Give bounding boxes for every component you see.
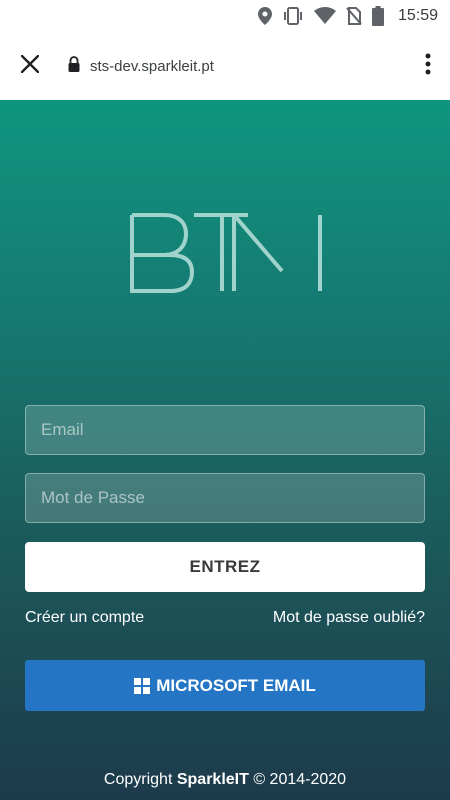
copyright-suffix: © 2014-2020 — [248, 771, 347, 788]
wifi-icon — [313, 6, 336, 26]
microsoft-login-button[interactable]: MICROSOFT EMAIL — [25, 660, 425, 711]
windows-icon — [134, 677, 151, 694]
btm-logo — [130, 209, 322, 293]
copyright-brand: SparkleIT — [176, 771, 249, 788]
battery-icon — [371, 6, 384, 26]
lock-icon — [68, 55, 80, 77]
url-text: sts-dev.sparkleit.pt — [90, 57, 214, 75]
close-button[interactable] — [0, 32, 60, 100]
email-input[interactable] — [25, 405, 425, 455]
location-icon — [257, 6, 272, 26]
close-icon — [20, 54, 40, 78]
create-account-link[interactable]: Créer un compte — [25, 609, 144, 627]
browser-toolbar: sts-dev.sparkleit.pt — [0, 32, 450, 100]
vibrate-icon — [282, 6, 304, 26]
submit-button[interactable]: ENTREZ — [25, 542, 425, 592]
url-bar[interactable]: sts-dev.sparkleit.pt — [60, 55, 406, 77]
status-time: 15:59 — [397, 7, 438, 24]
more-vert-icon — [425, 53, 431, 80]
copyright-footer: Copyright SparkleIT © 2014-2020 — [0, 771, 450, 789]
copyright-prefix: Copyright — [103, 771, 177, 788]
forgot-password-link[interactable]: Mot de passe oublié? — [273, 609, 425, 627]
login-page: ENTREZ Créer un compte Mot de passe oubl… — [0, 100, 450, 800]
menu-button[interactable] — [406, 32, 450, 100]
status-bar: 15:59 — [0, 0, 450, 32]
password-input[interactable] — [25, 473, 425, 523]
no-sim-icon — [346, 6, 362, 26]
microsoft-button-label: MICROSOFT EMAIL — [156, 675, 316, 695]
